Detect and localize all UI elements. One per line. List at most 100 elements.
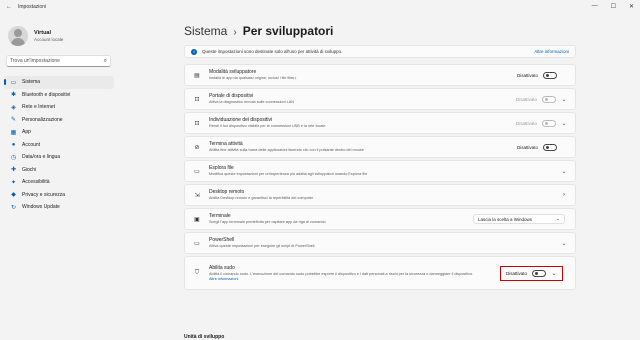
wifi-icon: ◈ [11, 104, 16, 111]
sidebar-item-5[interactable]: ● Account [4, 139, 114, 152]
toggle-switch [542, 95, 556, 103]
sidebar-item-4[interactable]: ▦ App [4, 126, 114, 139]
chevron-down-icon[interactable]: ⌄ [559, 96, 569, 103]
section-heading: Unità di sviluppo [184, 334, 225, 340]
setting-description: Attiva la diagnostica remota sulle conne… [209, 100, 295, 105]
brush-icon: ✎ [10, 117, 17, 124]
sidebar-item-label: Accessibilità [22, 179, 50, 186]
select-value: Lascia la scelta a Windows [478, 216, 533, 222]
page-title: Per sviluppatori [242, 24, 334, 38]
setting-title: PowerShell [209, 237, 235, 244]
setting-row[interactable]: ⊘ Termina attività Abilita fine attività s… [184, 136, 576, 158]
setting-description: Abilita fine attività sulla barra delle … [209, 148, 364, 153]
sidebar-item-0[interactable]: ▭ Sistema [4, 76, 114, 89]
close-button[interactable]: ✕ [629, 3, 634, 10]
toggle-state-label: Disattivato [505, 270, 527, 276]
maximize-button[interactable]: ☐ [611, 3, 616, 10]
setting-description: Abilita Desktop remoto e garantisci la r… [209, 196, 314, 201]
avatar [8, 26, 28, 46]
sidebar-item-label: Rete e Internet [22, 104, 56, 111]
sidebar-item-10[interactable]: ↻ Windows Update [4, 201, 114, 214]
sidebar-item-7[interactable]: ✚ Giochi [4, 164, 114, 177]
info-text: Queste impostazioni sono destinate solo … [202, 49, 343, 54]
sidebar-item-2[interactable]: ◈ Rete e Internet [4, 101, 114, 114]
setting-description: Scegli l'app terminale predefinita per o… [209, 220, 326, 225]
search-placeholder: Trova un'impostazione [10, 58, 60, 64]
breadcrumb-separator: › [233, 27, 237, 38]
setting-description: Rendi il tuo dispositivo visibile per le… [209, 124, 326, 129]
setting-row[interactable]: ▭ Esplora file Modifica queste impostazion… [184, 160, 576, 182]
setting-row[interactable]: ⇲ Desktop remoto Abilita Desktop remoto e … [184, 184, 576, 206]
info-banner: i Queste impostazioni sono destinate sol… [184, 45, 576, 58]
learn-more-link[interactable]: Altre informazioni [209, 277, 500, 281]
account-icon: ● [11, 141, 16, 148]
setting-description: Modifica queste impostazioni per un'espe… [209, 172, 368, 177]
info-icon: i [191, 48, 197, 55]
update-icon: ↻ [10, 204, 17, 211]
terminal-select[interactable]: Lascia la scelta a Windows ⌄ [473, 214, 565, 224]
sidebar-item-6[interactable]: ◷ Data/ora e lingua [4, 151, 114, 164]
minimize-button[interactable]: — [592, 3, 598, 10]
setting-description: Installa le app da qualsiasi origine, in… [209, 76, 297, 81]
toggle-switch[interactable] [532, 269, 546, 277]
setting-row[interactable]: ▣ Terminale Scegli l'app terminale predefi… [184, 208, 576, 230]
chevron-down-icon: ⌄ [555, 216, 560, 222]
toggle-switch[interactable] [543, 143, 557, 151]
chevron-down-icon[interactable]: ⌄ [559, 120, 569, 127]
setting-description: Attiva queste impostazioni per eseguire … [209, 244, 315, 249]
bluetooth-icon: ✱ [10, 92, 17, 99]
sidebar-item-1[interactable]: ✱ Bluetooth e dispositivi [4, 89, 114, 102]
sidebar-item-label: Bluetooth e dispositivi [22, 91, 71, 98]
user-profile[interactable]: Virtual Account locale [8, 26, 63, 46]
search-icon[interactable]: ⌕ [104, 58, 107, 65]
setting-description: Abilita il comando sudo. L'esecuzione de… [209, 271, 474, 276]
search-input[interactable]: Trova un'impostazione ⌕ [6, 55, 111, 67]
sidebar-item-label: Sistema [22, 79, 41, 86]
apps-icon: ▦ [10, 129, 17, 136]
sidebar-item-9[interactable]: ◆ Privacy e sicurezza [4, 189, 114, 202]
sidebar-item-label: Data/ora e lingua [22, 154, 61, 161]
chevron-down-icon[interactable]: ⌄ [549, 270, 559, 277]
toggle-switch [542, 119, 556, 127]
breadcrumb-parent[interactable]: Sistema [184, 24, 227, 38]
sidebar-item-label: Personalizzazione [22, 116, 63, 123]
breadcrumb: Sistema › Per sviluppatori [184, 24, 333, 38]
title-bar: ← Impostazioni — ☐ ✕ [0, 0, 640, 14]
device-discovery-icon: ⊡ [194, 120, 200, 127]
toggle-state-label: Disattivato [516, 144, 538, 150]
setting-row[interactable]: ⊡ Individuazione dei dispositivi Rendi il … [184, 112, 576, 134]
setting-row[interactable]: ▭ PowerShell Attiva queste impostazioni pe… [184, 232, 576, 254]
remote-desktop-icon: ⇲ [194, 192, 200, 199]
info-link[interactable]: Altre informazioni [534, 49, 569, 54]
sidebar-item-label: Windows Update [22, 204, 60, 211]
setting-row[interactable]: ⛉ Abilita sudo Abilita il comando sudo. L'… [184, 256, 576, 290]
setting-title: Portale di dispositivi [209, 93, 254, 100]
chevron-down-icon[interactable]: ⌄ [559, 240, 569, 247]
profile-name: Virtual [34, 30, 52, 36]
toggle-switch[interactable] [543, 71, 557, 79]
setting-title: Individuazione dei dispositivi [209, 117, 273, 124]
setting-title: Terminale [209, 213, 231, 220]
back-arrow-icon[interactable]: ← [6, 4, 12, 10]
app-title: Impostazioni [18, 4, 47, 10]
sidebar-item-8[interactable]: ✦ Accessibilità [4, 176, 114, 189]
setting-title: Desktop remoto [209, 189, 245, 196]
sidebar-item-label: Account [22, 141, 41, 148]
powershell-icon: ▭ [194, 240, 200, 247]
sidebar: Virtual Account locale Trova un'impostaz… [0, 14, 120, 340]
clock-globe-icon: ◷ [10, 154, 17, 161]
gamepad-icon: ✚ [10, 167, 17, 174]
sidebar-item-3[interactable]: ✎ Personalizzazione [4, 114, 114, 127]
setting-row[interactable]: ⊡ Portale di dispositivi Attiva la diagnos… [184, 88, 576, 110]
window-controls: — ☐ ✕ [592, 3, 634, 10]
terminal-icon: ▣ [194, 216, 200, 223]
chevron-down-icon[interactable]: ⌄ [559, 168, 569, 175]
profile-account-type: Account locale [34, 37, 64, 42]
chevron-right-icon[interactable]: › [559, 192, 569, 198]
shield-outline-icon: ⛉ [194, 269, 200, 276]
setting-row[interactable]: ▤ Modalità sviluppatore Installa le app da… [184, 64, 576, 86]
highlight-box: Disattivato ⌄ [499, 265, 563, 281]
end-task-icon: ⊘ [194, 144, 200, 151]
shield-icon: ◆ [11, 192, 16, 199]
portal-icon: ⊡ [194, 96, 200, 103]
